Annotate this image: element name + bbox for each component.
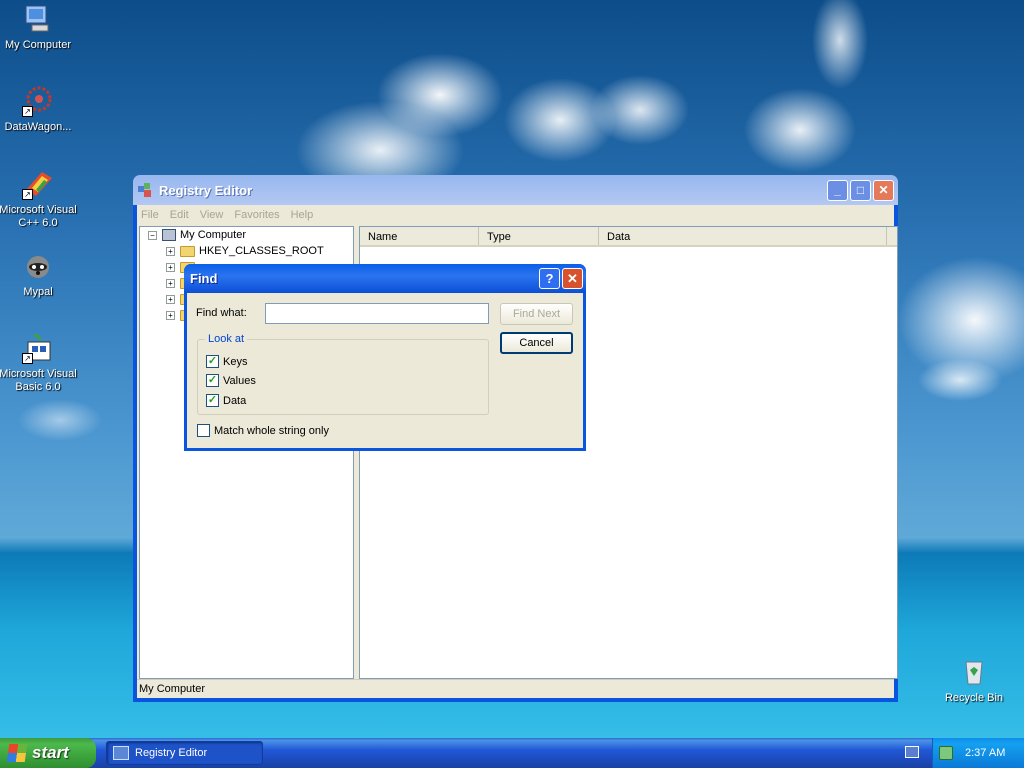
collapse-icon[interactable]: −: [148, 230, 157, 240]
desktop-icon-mypal[interactable]: Mypal: [0, 250, 78, 299]
minimize-button[interactable]: _: [827, 179, 848, 201]
column-header-data[interactable]: Data: [599, 227, 887, 245]
visual-cpp-icon: ↗: [22, 168, 54, 200]
help-button[interactable]: ?: [539, 268, 560, 289]
checkbox-label: Keys: [223, 355, 248, 368]
computer-icon: [162, 229, 176, 241]
shortcut-arrow-icon: ↗: [22, 353, 33, 364]
desktop-icon-label: Microsoft Visual Basic 6.0: [0, 368, 77, 393]
tray-app-icon[interactable]: [939, 746, 953, 760]
desktop-icon-label: Mypal: [23, 286, 53, 298]
expand-icon[interactable]: +: [166, 294, 175, 304]
shortcut-arrow-icon: ↗: [22, 106, 33, 117]
tree-item-hkcr[interactable]: + HKEY_CLASSES_ROOT: [140, 243, 353, 259]
tree-item-my-computer[interactable]: − My Computer: [140, 227, 353, 243]
my-computer-icon: [22, 3, 54, 35]
desktop-icon-visual-basic[interactable]: ↗ Microsoft Visual Basic 6.0: [0, 332, 78, 394]
desktop-icon-datawagon[interactable]: ↗ DataWagon...: [0, 85, 78, 134]
checkmark-icon: ✓: [206, 374, 219, 387]
window-titlebar[interactable]: Registry Editor _ □ ✕: [133, 175, 898, 205]
checkbox-box: [197, 424, 210, 437]
maximize-button[interactable]: □: [850, 179, 871, 201]
mypal-icon: [22, 250, 54, 282]
status-bar: My Computer: [137, 679, 894, 698]
registry-editor-icon: [113, 746, 129, 760]
look-at-group: Look at ✓ Keys ✓ Values ✓ Data: [197, 333, 489, 415]
help-icon: ?: [545, 271, 554, 286]
tree-item-label: HKEY_CLASSES_ROOT: [199, 245, 324, 257]
find-next-button[interactable]: Find Next: [500, 303, 573, 325]
menu-edit[interactable]: Edit: [170, 209, 189, 221]
task-label: Registry Editor: [135, 747, 208, 759]
datawagon-icon: ↗: [22, 85, 54, 117]
checkmark-icon: ✓: [206, 394, 219, 407]
keyboard-icon[interactable]: [905, 746, 919, 758]
desktop-icon-recycle-bin[interactable]: Recycle Bin: [934, 656, 1014, 705]
maximize-icon: □: [856, 183, 865, 197]
taskbar: start Registry Editor 2:37 AM: [0, 738, 1024, 768]
match-whole-string-checkbox[interactable]: Match whole string only: [197, 424, 329, 437]
shortcut-arrow-icon: ↗: [22, 189, 33, 200]
expand-icon[interactable]: +: [166, 246, 175, 256]
desktop-icon-label: Microsoft Visual C++ 6.0: [0, 204, 77, 229]
taskbar-item-registry-editor[interactable]: Registry Editor: [106, 741, 263, 765]
find-what-input[interactable]: [265, 303, 489, 324]
menu-file[interactable]: File: [141, 209, 159, 221]
tree-item-label: My Computer: [180, 229, 247, 241]
window-title: Registry Editor: [159, 182, 253, 198]
column-header-type[interactable]: Type: [479, 227, 599, 245]
desktop-icon-my-computer[interactable]: My Computer: [0, 3, 78, 52]
keys-checkbox[interactable]: ✓ Keys: [206, 355, 247, 368]
start-button[interactable]: start: [0, 738, 96, 768]
folder-icon: [180, 245, 195, 257]
find-dialog: Find ? ✕ Find what: Find Next Cancel Loo…: [184, 264, 586, 451]
registry-editor-icon: [137, 182, 153, 198]
values-checkbox[interactable]: ✓ Values: [206, 374, 256, 387]
close-icon: ✕: [567, 270, 578, 286]
checkbox-label: Match whole string only: [214, 424, 329, 437]
list-header: Name Type Data: [360, 227, 897, 247]
desktop-icon-label: My Computer: [4, 39, 72, 51]
visual-basic-icon: ↗: [22, 332, 54, 364]
expand-icon[interactable]: +: [166, 262, 175, 272]
menu-view[interactable]: View: [200, 209, 224, 221]
clock[interactable]: 2:37 AM: [965, 747, 1005, 759]
column-header-name[interactable]: Name: [360, 227, 479, 245]
cancel-button[interactable]: Cancel: [500, 332, 573, 354]
dialog-body: Find what: Find Next Cancel Look at ✓ Ke…: [187, 293, 583, 448]
menu-favorites[interactable]: Favorites: [234, 209, 279, 221]
start-label: start: [32, 743, 69, 762]
expand-icon[interactable]: +: [166, 310, 175, 320]
checkmark-icon: ✓: [206, 355, 219, 368]
checkbox-label: Data: [223, 394, 247, 407]
look-at-label: Look at: [205, 333, 248, 345]
expand-icon[interactable]: +: [166, 278, 175, 288]
close-icon: ✕: [878, 183, 889, 197]
checkbox-label: Values: [223, 374, 256, 387]
find-what-label: Find what:: [196, 307, 247, 319]
desktop-icon-label: Recycle Bin: [944, 692, 1004, 704]
system-tray: 2:37 AM: [932, 738, 1024, 768]
menu-bar: File Edit View Favorites Help: [137, 205, 894, 224]
dialog-titlebar[interactable]: Find ? ✕: [184, 264, 586, 293]
dialog-close-button[interactable]: ✕: [562, 268, 583, 289]
desktop-icon-label: DataWagon...: [4, 121, 72, 133]
windows-logo-icon: [6, 744, 28, 762]
close-button[interactable]: ✕: [873, 179, 894, 201]
desktop-icon-visual-cpp[interactable]: ↗ Microsoft Visual C++ 6.0: [0, 168, 78, 230]
menu-help[interactable]: Help: [291, 209, 314, 221]
dialog-title: Find: [190, 271, 218, 286]
data-checkbox[interactable]: ✓ Data: [206, 394, 246, 407]
recycle-bin-icon: [958, 656, 990, 688]
minimize-icon: _: [834, 183, 841, 197]
